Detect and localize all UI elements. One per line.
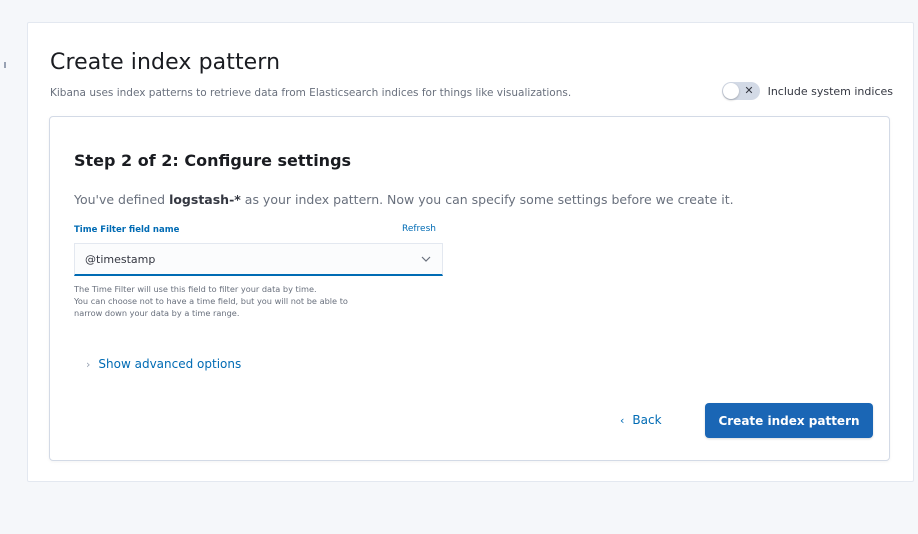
include-system-indices-label: Include system indices bbox=[767, 84, 893, 98]
page: Create index pattern Kibana uses index p… bbox=[0, 0, 918, 534]
include-system-indices-toggle[interactable]: ✕ Include system indices bbox=[721, 82, 893, 100]
page-title: Create index pattern bbox=[50, 50, 281, 75]
chevron-right-icon: › bbox=[86, 357, 91, 371]
time-filter-field-select[interactable]: @timestamp bbox=[74, 243, 443, 276]
step-description: You've defined logstash-* as your index … bbox=[74, 192, 734, 207]
show-advanced-options-button[interactable]: › Show advanced options bbox=[86, 357, 241, 371]
back-label: Back bbox=[632, 413, 662, 427]
close-icon: ✕ bbox=[744, 84, 754, 97]
help-text-line: You can choose not to have a time field,… bbox=[74, 296, 348, 307]
toggle-knob bbox=[722, 83, 739, 99]
time-filter-field-value: @timestamp bbox=[85, 252, 156, 266]
time-filter-help-text: The Time Filter will use this field to f… bbox=[74, 283, 434, 320]
help-text-line: The Time Filter will use this field to f… bbox=[74, 284, 317, 294]
time-filter-field-label: Time Filter field name bbox=[74, 225, 180, 235]
show-advanced-options-label: Show advanced options bbox=[98, 357, 242, 371]
create-index-pattern-panel: Create index pattern Kibana uses index p… bbox=[27, 22, 914, 482]
step-title: Step 2 of 2: Configure settings bbox=[74, 151, 352, 170]
help-text-line: narrow down your data by a time range. bbox=[74, 308, 240, 319]
configure-settings-panel: Step 2 of 2: Configure settings You've d… bbox=[49, 116, 890, 461]
step-description-suffix: as your index pattern. Now you can speci… bbox=[240, 192, 734, 207]
refresh-link[interactable]: Refresh bbox=[402, 224, 436, 234]
left-edge-mark bbox=[4, 62, 6, 68]
page-subtitle: Kibana uses index patterns to retrieve d… bbox=[50, 87, 572, 99]
toggle-switch[interactable]: ✕ bbox=[721, 82, 760, 100]
chevron-down-icon bbox=[420, 253, 432, 265]
index-pattern-name: logstash-* bbox=[169, 192, 241, 207]
step-description-prefix: You've defined bbox=[74, 192, 170, 207]
back-button[interactable]: ‹ Back bbox=[620, 413, 662, 427]
create-index-pattern-button[interactable]: Create index pattern bbox=[705, 403, 873, 438]
chevron-left-icon: ‹ bbox=[620, 413, 625, 427]
